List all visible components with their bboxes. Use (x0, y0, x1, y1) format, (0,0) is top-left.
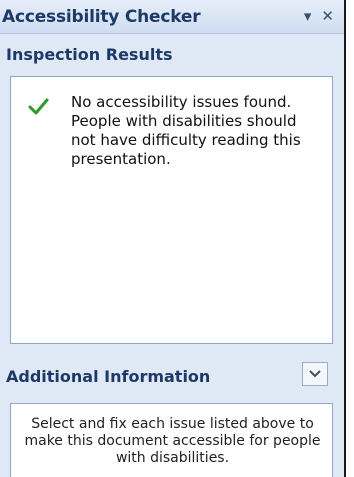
chevron-down-icon (309, 370, 321, 378)
additional-info-expand-button[interactable] (302, 362, 328, 386)
accessibility-checker-pane: Accessibility Checker ▾ ✕ Inspection Res… (0, 0, 346, 477)
pane-title-bar: Accessibility Checker ▾ ✕ (0, 0, 344, 34)
additional-information-box: Select and fix each issue listed above t… (10, 403, 333, 477)
pane-options-dropdown-icon[interactable]: ▾ (304, 9, 312, 24)
inspection-result-message: No accessibility issues found. People wi… (71, 93, 301, 168)
checkmark-icon (28, 98, 49, 115)
inspection-results-header: Inspection Results (6, 44, 173, 64)
pane-title: Accessibility Checker (2, 6, 201, 27)
close-icon[interactable]: ✕ (321, 9, 334, 24)
inspection-results-box: No accessibility issues found. People wi… (10, 76, 333, 344)
additional-information-header: Additional Information (6, 366, 211, 386)
additional-information-text: Select and fix each issue listed above t… (24, 416, 321, 466)
